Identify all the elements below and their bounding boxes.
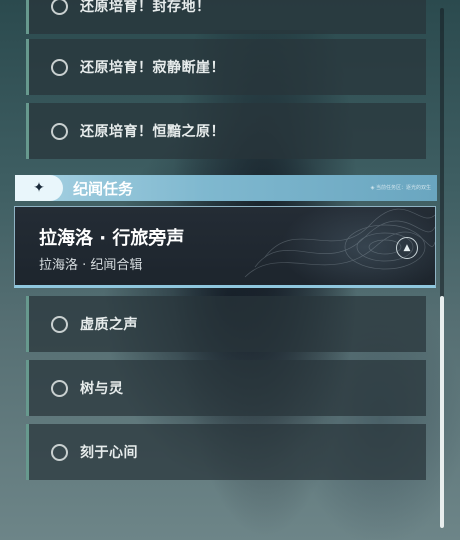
circle-icon [51,0,68,15]
quest-label: 刻于心间 [80,445,138,461]
section-header[interactable]: ✦ 纪闻任务 ◈ 当前任务区：逐光的双生 [15,175,437,201]
circle-icon [51,122,68,140]
circle-icon [51,315,68,333]
circle-icon [51,58,68,76]
quest-item[interactable]: 刻于心间 [26,424,426,480]
quest-card[interactable]: 拉海洛 · 行旅旁声 拉海洛 · 纪闻合辑 ▲ [14,206,436,288]
quest-item[interactable]: 虚质之声 [26,296,426,352]
card-title: 拉海洛 · 行旅旁声 [39,228,185,249]
quest-label: 树与灵 [80,381,124,397]
quest-item[interactable]: 还原培育！恒黯之原！ [26,103,426,159]
scrollbar-thumb[interactable] [440,296,444,528]
navigate-icon[interactable]: ▲ [396,237,418,259]
quest-item[interactable]: 还原培育！寂静断崖！ [26,39,426,95]
quest-list: 还原培育！封存地！ 还原培育！寂静断崖！ 还原培育！恒黯之原！ ✦ 纪闻任务 ◈… [0,0,440,540]
circle-icon [51,443,68,461]
quest-label: 还原培育！封存地！ [80,0,211,15]
quest-item[interactable]: 还原培育！封存地！ [26,0,426,34]
circle-icon [51,379,68,397]
section-hint: ◈ 当前任务区：逐光的双生 [370,185,431,191]
section-title: 纪闻任务 [73,179,134,198]
card-subtitle: 拉海洛 · 纪闻合辑 [39,258,143,273]
scrollbar[interactable] [440,8,444,528]
quest-label: 还原培育！恒黯之原！ [80,124,225,140]
quest-item[interactable]: 树与灵 [26,360,426,416]
quest-label: 还原培育！寂静断崖！ [80,60,225,76]
quest-label: 虚质之声 [80,317,138,333]
sparkle-icon: ✦ [15,175,63,201]
